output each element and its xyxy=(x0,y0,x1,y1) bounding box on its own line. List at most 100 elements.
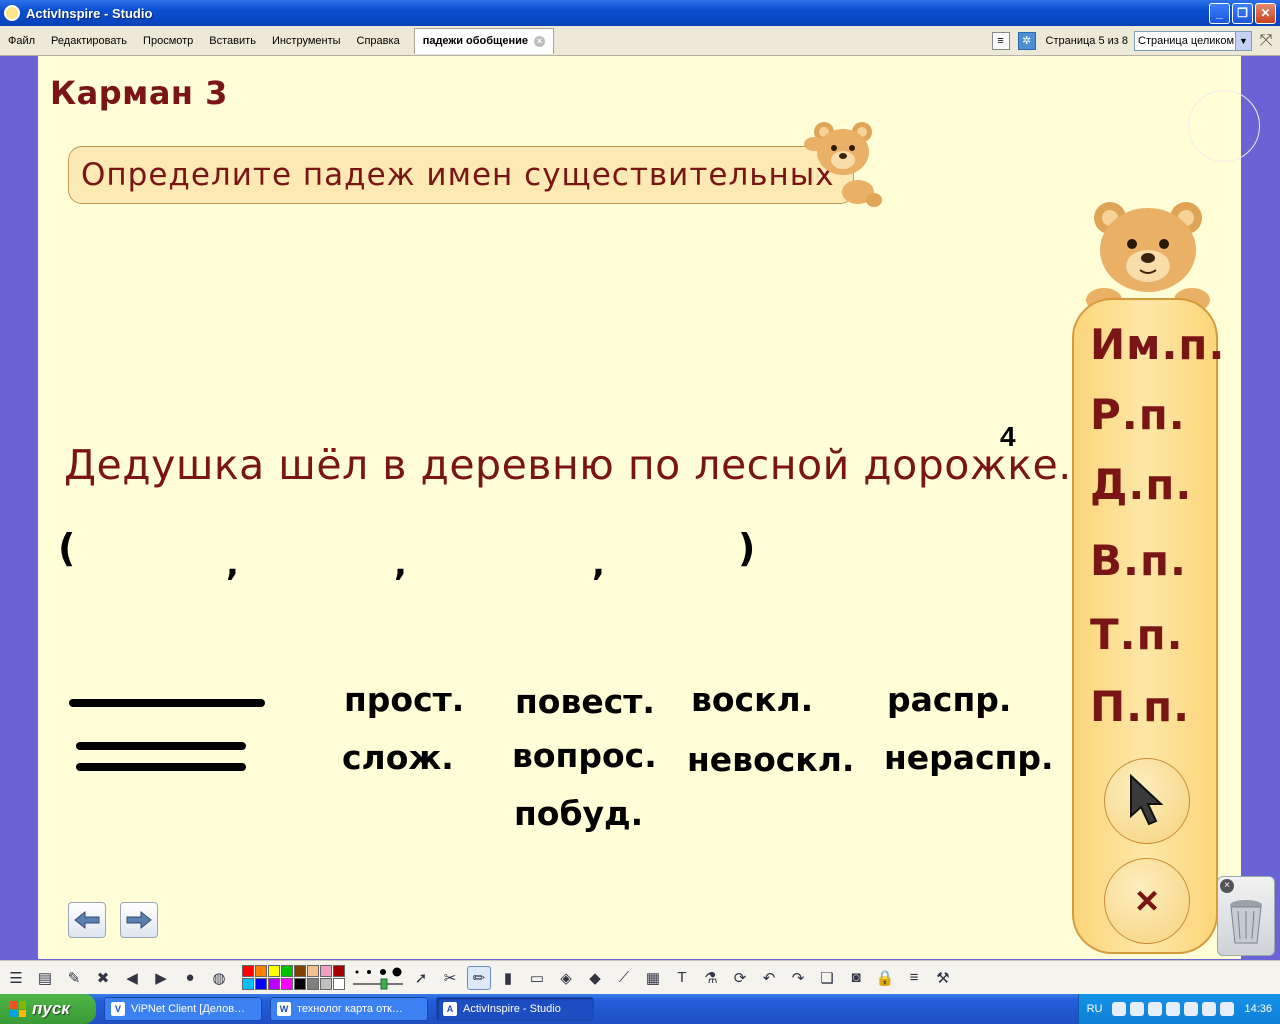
desktop-tools-icon[interactable]: ✖ xyxy=(91,966,115,990)
previous-page-button[interactable] xyxy=(68,902,106,938)
magic-ink-icon[interactable]: ⚗ xyxy=(699,966,723,990)
next-page-icon[interactable]: ▶ xyxy=(149,966,173,990)
taskbar-item-activinspire[interactable]: A ActivInspire - Studio xyxy=(436,997,594,1021)
task-instruction: Определите падеж имен существительных xyxy=(81,157,835,193)
tray-icon[interactable] xyxy=(1130,1002,1145,1016)
case-nominative[interactable]: Им.п. xyxy=(1090,320,1225,369)
taskbar-item-word[interactable]: W технолог карта отк… xyxy=(270,997,428,1021)
pen-width-selector[interactable] xyxy=(351,966,405,990)
eraser-icon[interactable]: ▭ xyxy=(525,966,549,990)
tray-icon[interactable] xyxy=(1112,1002,1127,1016)
word-voskl[interactable]: воскл. xyxy=(691,680,813,719)
close-icon[interactable]: × xyxy=(1220,879,1234,893)
page-notes-icon[interactable]: ≡ xyxy=(902,966,926,990)
word-pobud[interactable]: побуд. xyxy=(514,794,643,833)
color-swatch[interactable] xyxy=(242,965,254,977)
single-underline[interactable] xyxy=(69,699,265,707)
color-swatch[interactable] xyxy=(320,965,332,977)
color-swatch[interactable] xyxy=(255,978,267,990)
color-swatch[interactable] xyxy=(242,978,254,990)
document-tab-label: падежи обобщение xyxy=(422,35,528,47)
color-swatch[interactable] xyxy=(333,978,345,990)
text-icon[interactable]: T xyxy=(670,966,694,990)
taskbar-item-vipnet[interactable]: V ViPNet Client [Делов… xyxy=(104,997,262,1021)
highlighter-icon[interactable]: ▮ xyxy=(496,966,520,990)
desktop-annotate-icon[interactable]: ✎ xyxy=(62,966,86,990)
menu-insert[interactable]: Вставить xyxy=(201,35,264,47)
tray-icon[interactable] xyxy=(1202,1002,1217,1016)
word-povest[interactable]: повест. xyxy=(515,682,655,721)
close-panel-button[interactable]: × xyxy=(1104,858,1190,944)
menu-view[interactable]: Просмотр xyxy=(135,35,201,47)
fullscreen-icon[interactable]: ⤧ xyxy=(1256,31,1276,51)
pen-icon[interactable]: ✏ xyxy=(467,965,491,990)
word-prost[interactable]: прост. xyxy=(344,680,464,719)
color-palette[interactable] xyxy=(242,965,345,990)
word-neraspr[interactable]: нераспр. xyxy=(884,738,1054,777)
trash-bin[interactable]: × xyxy=(1217,876,1275,956)
color-swatch[interactable] xyxy=(320,978,332,990)
page-browser-icon[interactable]: ✲ xyxy=(1017,31,1036,50)
case-genitive[interactable]: Р.п. xyxy=(1090,390,1186,439)
pointer-button[interactable] xyxy=(1104,758,1190,844)
duplicate-icon[interactable]: ❏ xyxy=(815,966,839,990)
color-swatch[interactable] xyxy=(281,965,293,977)
color-swatch[interactable] xyxy=(255,965,267,977)
shape-icon[interactable]: ◆ xyxy=(583,966,607,990)
document-tab[interactable]: падежи обобщение × xyxy=(413,27,554,54)
zoom-select[interactable]: Страница целиком ▼ xyxy=(1134,30,1252,51)
start-button[interactable]: пуск xyxy=(0,994,96,1024)
tray-icon[interactable] xyxy=(1220,1002,1235,1016)
double-underline-bottom[interactable] xyxy=(76,763,246,771)
tool-store-icon[interactable]: ⚒ xyxy=(931,966,955,990)
chevron-down-icon[interactable]: ▼ xyxy=(1235,31,1251,50)
connector-icon[interactable]: ⟋ xyxy=(612,966,636,990)
menu-help[interactable]: Справка xyxy=(349,35,408,47)
color-swatch[interactable] xyxy=(268,965,280,977)
color-swatch[interactable] xyxy=(307,965,319,977)
word-nevoskl[interactable]: невоскл. xyxy=(687,740,854,779)
tray-icon[interactable] xyxy=(1184,1002,1199,1016)
browsers-icon[interactable]: ▤ xyxy=(33,966,57,990)
marquee-icon[interactable]: ✂ xyxy=(438,966,462,990)
lock-icon[interactable]: 🔒 xyxy=(873,966,897,990)
case-instrumental[interactable]: Т.п. xyxy=(1090,610,1184,659)
play-icon[interactable]: ● xyxy=(178,966,202,990)
color-swatch[interactable] xyxy=(281,978,293,990)
page-notes-icon[interactable]: ≡ xyxy=(991,31,1010,50)
restore-button[interactable]: ❐ xyxy=(1232,2,1253,24)
case-accusative[interactable]: В.п. xyxy=(1090,536,1187,585)
clock[interactable]: 14:36 xyxy=(1244,1003,1272,1015)
case-prepositional[interactable]: П.п. xyxy=(1090,682,1190,731)
camera-icon[interactable]: ◙ xyxy=(844,966,868,990)
color-swatch[interactable] xyxy=(333,965,345,977)
reset-page-icon[interactable]: ⟳ xyxy=(728,966,752,990)
color-swatch[interactable] xyxy=(294,965,306,977)
word-raspr[interactable]: распр. xyxy=(887,680,1011,719)
color-swatch[interactable] xyxy=(294,978,306,990)
word-vopros[interactable]: вопрос. xyxy=(512,736,657,775)
close-tab-icon[interactable]: × xyxy=(533,35,545,47)
minimize-button[interactable]: _ xyxy=(1209,2,1230,24)
undo-icon[interactable]: ↶ xyxy=(757,966,781,990)
tray-icon[interactable] xyxy=(1166,1002,1181,1016)
select-icon[interactable]: ➚ xyxy=(409,966,433,990)
main-menu-icon[interactable]: ☰ xyxy=(4,966,28,990)
menu-edit[interactable]: Редактировать xyxy=(43,35,135,47)
globe-icon[interactable]: ◍ xyxy=(207,966,231,990)
menu-tools[interactable]: Инструменты xyxy=(264,35,349,47)
language-indicator[interactable]: RU xyxy=(1087,1003,1103,1015)
previous-page-icon[interactable]: ◀ xyxy=(120,966,144,990)
next-page-button[interactable] xyxy=(120,902,158,938)
color-swatch[interactable] xyxy=(268,978,280,990)
double-underline-top[interactable] xyxy=(76,742,246,750)
case-dative[interactable]: Д.п. xyxy=(1090,460,1192,509)
close-window-button[interactable]: ✕ xyxy=(1255,2,1276,24)
menu-file[interactable]: Файл xyxy=(0,35,43,47)
tray-icon[interactable] xyxy=(1148,1002,1163,1016)
redo-icon[interactable]: ↷ xyxy=(786,966,810,990)
word-slozh[interactable]: слож. xyxy=(342,738,454,777)
clipart-icon[interactable]: ▦ xyxy=(641,966,665,990)
fill-icon[interactable]: ◈ xyxy=(554,966,578,990)
color-swatch[interactable] xyxy=(307,978,319,990)
